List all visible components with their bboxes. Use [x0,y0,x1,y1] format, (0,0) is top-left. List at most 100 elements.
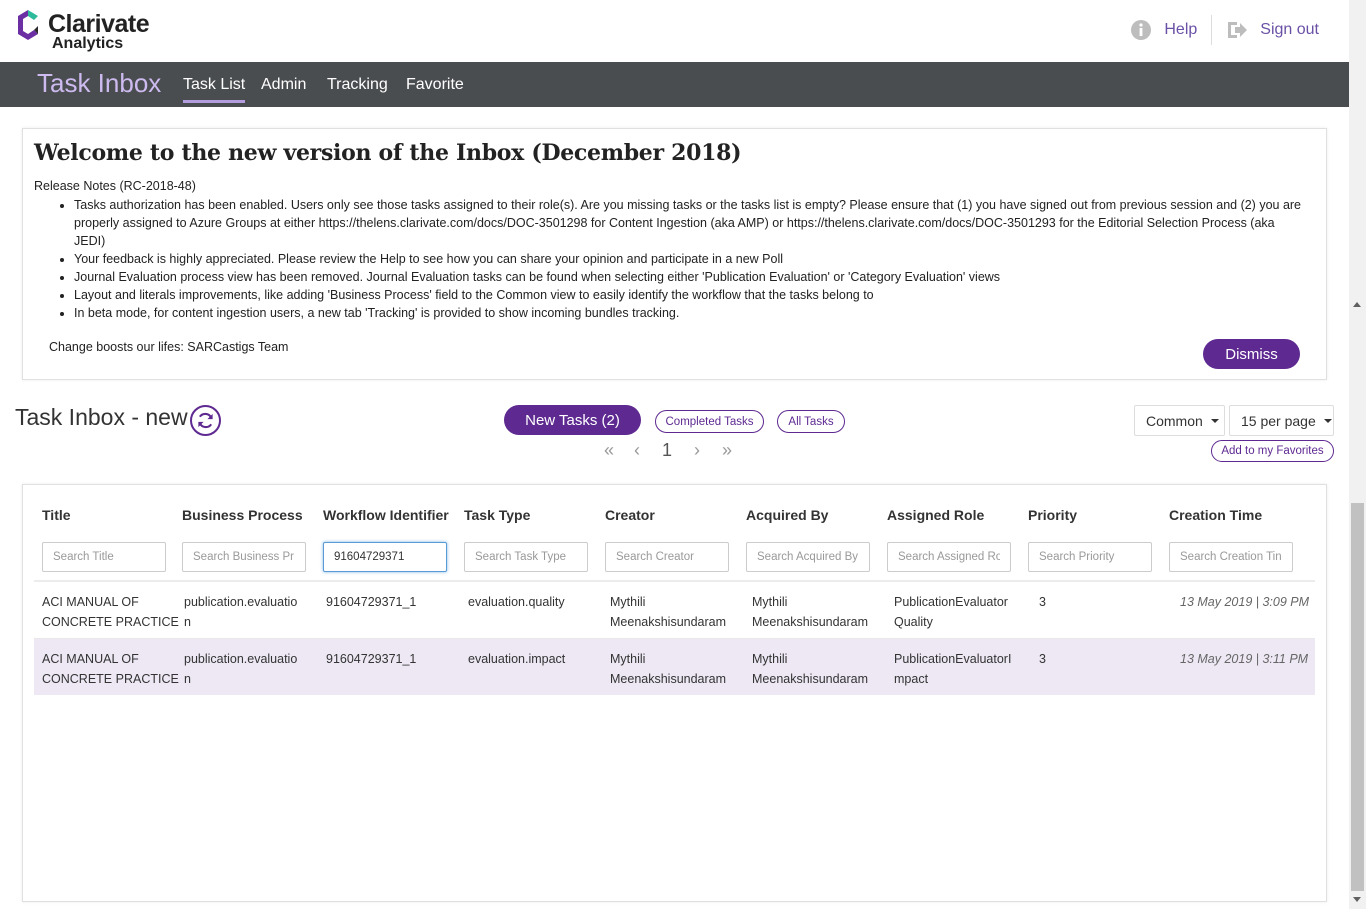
cell-title: ACI MANUAL OF CONCRETE PRACTICE [42,649,179,689]
cell-text: Mythili [752,652,788,666]
cell-creator: Mythili Meenakshisundaram [610,592,726,632]
column-header-creation-time[interactable]: Creation Time [1169,507,1262,523]
sign-out-link[interactable]: Sign out [1226,19,1319,41]
cell-priority: 3 [1039,652,1046,666]
cell-business-process: publication.evaluatio n [184,592,297,632]
search-priority-input[interactable] [1028,542,1152,572]
cell-task-type: evaluation.impact [468,652,566,666]
release-note-item: Journal Evaluation process view has been… [74,268,1306,286]
sign-out-icon [1228,22,1248,38]
table-row[interactable]: ACI MANUAL OF CONCRETE PRACTICE publicati… [34,582,1315,638]
release-notes-label: Release Notes (RC-2018-48) [34,179,196,193]
cell-workflow-identifier: 91604729371_1 [326,652,417,666]
team-note: Change boosts our lifes: SARCastigs Team [49,340,289,354]
refresh-button[interactable] [190,405,221,436]
column-header-acquired-by[interactable]: Acquired By [746,507,828,523]
cell-text: Mythili [610,652,646,666]
sign-out-label: Sign out [1260,21,1319,38]
cell-text: CONCRETE PRACTICE [42,615,179,629]
search-acquired-by-input[interactable] [746,542,870,572]
scroll-thumb[interactable] [1351,503,1364,891]
cell-text: publication.evaluatio [184,652,298,666]
per-page-select[interactable]: 15 per page [1229,405,1334,436]
search-assigned-role-input[interactable] [887,542,1011,572]
table-row[interactable]: ACI MANUAL OF CONCRETE PRACTICE publicati… [34,639,1315,695]
per-page-value: 15 per page [1241,412,1316,429]
help-link[interactable]: Help [1130,19,1197,41]
cell-text: PublicationEvaluator [894,595,1008,609]
clarivate-logo[interactable]: Clarivate Analytics [14,7,164,55]
next-page-icon[interactable]: › [694,440,700,461]
welcome-panel: Welcome to the new version of the Inbox … [22,128,1327,380]
view-select[interactable]: Common [1134,405,1225,436]
info-icon [1131,20,1152,40]
column-header-priority[interactable]: Priority [1028,507,1077,523]
scroll-up-icon[interactable] [1353,302,1361,307]
task-table: Title Business Process Workflow Identifi… [22,484,1327,902]
vertical-scrollbar[interactable] [1349,0,1366,909]
cell-workflow-identifier: 91604729371_1 [326,595,417,609]
prev-page-icon[interactable]: ‹ [634,440,640,461]
current-page-number[interactable]: 1 [662,440,672,461]
completed-tasks-button[interactable]: Completed Tasks [655,410,764,433]
cell-assigned-role: PublicationEvaluatorI mpact [894,649,1011,689]
search-creator-input[interactable] [605,542,729,572]
column-header-assigned-role[interactable]: Assigned Role [887,507,984,523]
search-business-process-input[interactable] [182,542,306,572]
header-divider [1211,15,1213,45]
all-tasks-button[interactable]: All Tasks [777,410,845,433]
nav-item-admin[interactable]: Admin [261,76,306,94]
search-task-type-input[interactable] [464,542,588,572]
cell-text: Mythili [752,595,788,609]
release-note-item: Tasks authorization has been enabled. Us… [74,196,1306,250]
first-page-icon[interactable]: « [604,440,614,461]
column-header-workflow-identifier[interactable]: Workflow Identifier [323,507,449,523]
app-brand[interactable]: Task Inbox [37,68,161,99]
cell-acquired-by: Mythili Meenakshisundaram [752,649,868,689]
cell-text: CONCRETE PRACTICE [42,672,179,686]
cell-text: Mythili [610,595,646,609]
scroll-down-icon[interactable] [1353,897,1361,902]
cell-text: Meenakshisundaram [610,672,727,686]
last-page-icon[interactable]: » [722,440,732,461]
nav-item-tracking[interactable]: Tracking [327,76,388,94]
logo-mark-icon [18,10,38,40]
nav-item-favorite[interactable]: Favorite [406,76,464,94]
cell-text: n [184,615,191,629]
add-to-favorites-button[interactable]: Add to my Favorites [1211,440,1334,462]
cell-creation-time: 13 May 2019 | 3:09 PM [1180,595,1310,609]
column-header-title[interactable]: Title [42,507,71,523]
cell-text: Quality [894,615,933,629]
cell-business-process: publication.evaluatio n [184,649,297,689]
column-header-task-type[interactable]: Task Type [464,507,530,523]
page: Clarivate Analytics Help Sign out Task I… [0,0,1366,909]
cell-acquired-by: Mythili Meenakshisundaram [752,592,868,632]
cell-text: mpact [894,672,929,686]
column-header-creator[interactable]: Creator [605,507,655,523]
new-tasks-button[interactable]: New Tasks (2) [504,405,641,435]
chevron-down-icon [1210,418,1219,423]
cell-text: publication.evaluatio [184,595,298,609]
dismiss-button[interactable]: Dismiss [1203,339,1300,369]
chevron-down-icon [1323,418,1332,423]
cell-text: Meenakshisundaram [752,672,869,686]
top-actions: Help Sign out [1130,14,1319,46]
main-nav: Task Inbox Task List Admin Tracking Favo… [0,62,1349,107]
release-notes-list: Tasks authorization has been enabled. Us… [74,196,1306,322]
search-workflow-identifier-input[interactable] [323,542,447,572]
search-creation-time-input[interactable] [1169,542,1293,572]
column-header-business-process[interactable]: Business Process [182,507,303,523]
pagination: « ‹ 1 › » [600,438,750,462]
cell-text: ACI MANUAL OF [42,652,139,666]
search-title-input[interactable] [42,542,166,572]
logo-text-analytics: Analytics [52,35,124,52]
help-label: Help [1164,21,1198,38]
cell-text: n [184,672,191,686]
top-header: Clarivate Analytics Help Sign out [0,0,1349,62]
cell-text: ACI MANUAL OF [42,595,139,609]
cell-task-type: evaluation.quality [468,595,565,609]
cell-creator: Mythili Meenakshisundaram [610,649,726,689]
nav-item-task-list[interactable]: Task List [183,76,246,103]
welcome-title: Welcome to the new version of the Inbox … [34,140,742,166]
cell-text: Meenakshisundaram [752,615,869,629]
